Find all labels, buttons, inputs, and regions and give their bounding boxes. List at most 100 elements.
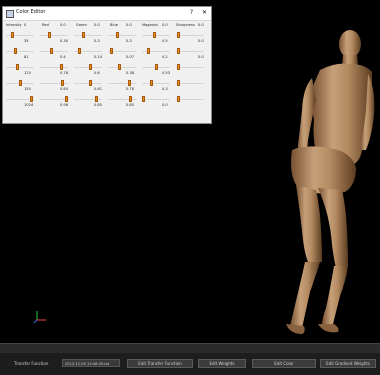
header-label-magenta: Magenta [142, 23, 158, 27]
edit-color-button[interactable]: Edit Color [252, 359, 316, 368]
blue-slider-track[interactable] [108, 83, 136, 84]
color-editor-window: Color Editor ? ✕ Intensity 0 Red 0.0 Gre… [2, 6, 212, 124]
intensity-value: 81 [24, 55, 29, 59]
intensity-value: 155 [24, 87, 31, 91]
green-value: 0.14 [94, 55, 103, 59]
red-slider-handle[interactable] [61, 80, 64, 86]
blue-value: 0.3 [126, 39, 132, 43]
green-slider-handle[interactable] [89, 80, 93, 86]
blue-slider-handle[interactable] [129, 96, 133, 102]
intensity-slider-handle[interactable] [18, 80, 22, 86]
magenta-slider-handle[interactable] [142, 96, 145, 102]
help-button[interactable]: ? [186, 8, 197, 18]
red-value: 0.98 [60, 103, 69, 107]
green-slider-track[interactable] [74, 35, 102, 36]
header-value-red: 0.0 [60, 23, 66, 27]
blue-value: 0.07 [126, 55, 135, 59]
header-label-green: Green [76, 23, 87, 27]
intensity-value: 35 [24, 39, 29, 43]
value-row: 81 0.4 0.14 0.07 0.2 0.0 [6, 55, 208, 64]
sharpness-value: 0.0 [198, 39, 204, 43]
blue-value: 0.78 [126, 87, 135, 91]
header-value-intensity: 0 [24, 23, 27, 27]
red-value: 0.78 [60, 71, 69, 75]
green-value: 0.61 [94, 87, 103, 91]
sharpness-slider-handle[interactable] [177, 32, 181, 38]
header-label-red: Red [42, 23, 49, 27]
slider-row [6, 96, 208, 103]
red-slider-handle[interactable] [50, 48, 53, 54]
green-slider-handle[interactable] [95, 96, 99, 102]
edit-gradient-weights-button[interactable]: Edit Gradient Weights [320, 359, 376, 368]
green-slider-handle[interactable] [81, 32, 85, 38]
transfer-function-label: Transfer Function [14, 361, 49, 366]
value-row: 35 0.30 0.3 0.3 0.5 0.0 [6, 39, 208, 48]
green-value: 0.6 [94, 71, 100, 75]
color-editor-title: Color Editor [16, 9, 46, 15]
blue-slider-handle[interactable] [109, 48, 113, 54]
sharpness-slider-handle[interactable] [177, 64, 181, 70]
intensity-slider-handle[interactable] [13, 48, 17, 54]
transfer-function-field[interactable]: 2012-12-09 12:46:30.txt [62, 359, 120, 367]
green-value: 0.3 [94, 39, 100, 43]
intensity-slider-handle[interactable] [11, 32, 14, 38]
red-slider-handle[interactable] [47, 32, 51, 38]
red-value: 0.84 [60, 87, 69, 91]
blue-slider-handle[interactable] [117, 64, 121, 70]
blue-slider-handle[interactable] [115, 32, 119, 38]
red-slider-track[interactable] [40, 51, 68, 52]
blue-slider-track[interactable] [108, 67, 136, 68]
sharpness-slider-handle[interactable] [177, 48, 181, 54]
edit-transfer-function-button[interactable]: Edit Transfer Function [127, 359, 193, 368]
magenta-slider-handle[interactable] [155, 64, 159, 70]
green-slider-handle[interactable] [89, 64, 92, 70]
volume-renderer-app: Color Editor ? ✕ Intensity 0 Red 0.0 Gre… [0, 0, 380, 375]
red-slider-handle[interactable] [59, 64, 63, 70]
magenta-value: 0.53 [162, 71, 171, 75]
color-editor-titlebar[interactable]: Color Editor ? ✕ [3, 7, 211, 21]
edit-weights-button[interactable]: Edit Weights [198, 359, 246, 368]
intensity-slider-track[interactable] [6, 67, 34, 68]
header-value-sharpness: 0.0 [198, 23, 204, 27]
magenta-value: 0.0 [162, 103, 168, 107]
red-value: 0.4 [60, 55, 66, 59]
blue-value: 0.85 [126, 103, 135, 107]
window-icon [6, 10, 14, 18]
red-slider-track[interactable] [40, 35, 68, 36]
intensity-slider-track[interactable] [6, 51, 34, 52]
magenta-slider-handle[interactable] [149, 80, 153, 86]
header-value-green: 0.0 [94, 23, 100, 27]
magenta-value: 0.5 [162, 39, 168, 43]
blue-slider-track[interactable] [108, 35, 136, 36]
magenta-slider-track[interactable] [142, 99, 170, 100]
sharpness-slider-handle[interactable] [177, 96, 181, 102]
red-slider-track[interactable] [40, 67, 68, 68]
intensity-value: 1024 [24, 103, 34, 107]
slider-row [6, 80, 208, 87]
close-button[interactable]: ✕ [199, 8, 210, 18]
magenta-slider-handle[interactable] [147, 48, 150, 54]
sharpness-slider-handle[interactable] [177, 80, 181, 86]
magenta-slider-handle[interactable] [153, 32, 157, 38]
header-value-magenta: 0.0 [162, 23, 168, 27]
blue-slider-handle[interactable] [127, 80, 131, 86]
header-value-blue: 0.0 [126, 23, 132, 27]
green-value: 0.85 [94, 103, 103, 107]
red-slider-handle[interactable] [64, 96, 68, 102]
color-editor-grid: Intensity 0 Red 0.0 Green 0.0 Blue 0.0 M… [6, 23, 208, 112]
magenta-slider-track[interactable] [142, 83, 170, 84]
blue-value: 0.38 [126, 71, 135, 75]
orientation-axes [33, 308, 49, 328]
green-slider-track[interactable] [74, 83, 102, 84]
header-label-blue: Blue [110, 23, 118, 27]
value-row: 120 0.78 0.6 0.38 0.53 [6, 71, 208, 80]
magenta-value: 0.2 [162, 55, 168, 59]
header-label-intensity: Intensity [6, 23, 22, 27]
editor-rows: 35 0.30 0.3 0.3 0.5 0.0 81 0.4 0.14 0.07 0.2 0.0 120… [6, 32, 208, 112]
intensity-slider-handle[interactable] [29, 96, 33, 102]
slider-row [6, 32, 208, 39]
transfer-controls: Transfer Function 2012-12-09 12:46:30.tx… [0, 353, 380, 375]
green-slider-handle[interactable] [77, 48, 81, 54]
green-slider-track[interactable] [74, 67, 102, 68]
intensity-slider-handle[interactable] [16, 64, 19, 70]
